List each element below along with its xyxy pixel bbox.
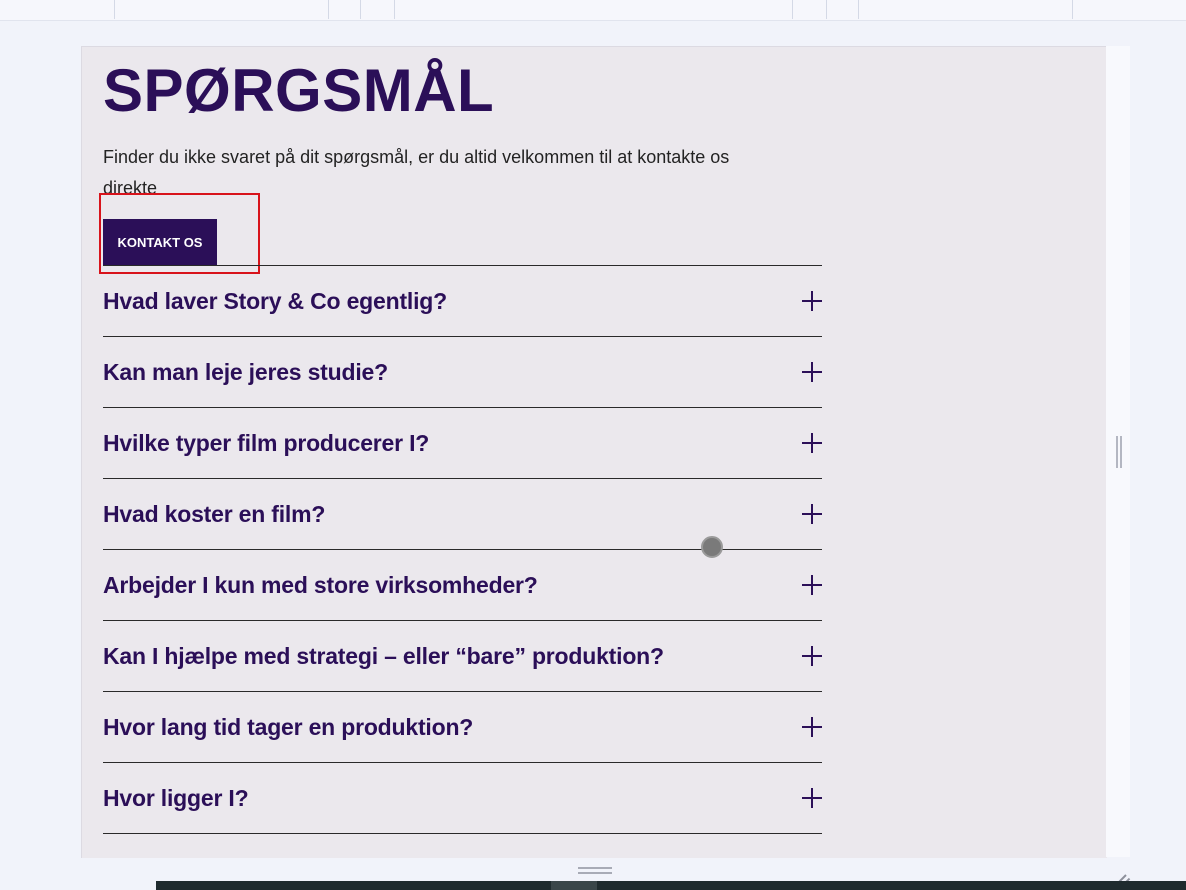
faq-item[interactable]: Arbejder I kun med store virksomheder? — [103, 550, 822, 621]
faq-question: Hvor lang tid tager en produktion? — [103, 713, 474, 740]
faq-question: Kan I hjælpe med strategi – eller “bare”… — [103, 642, 664, 669]
plus-icon[interactable] — [802, 646, 822, 666]
plus-icon[interactable] — [802, 788, 822, 808]
faq-question: Kan man leje jeres studie? — [103, 358, 388, 385]
plus-icon[interactable] — [802, 717, 822, 737]
faq-section: SPØRGSMÅL Finder du ikke svaret på dit s… — [81, 46, 1107, 858]
contact-button[interactable]: KONTAKT OS — [103, 219, 217, 266]
toolbar-divider — [394, 0, 395, 19]
toolbar-divider — [826, 0, 827, 19]
toolbar-divider — [1072, 0, 1073, 19]
drag-handle-icon[interactable] — [578, 867, 612, 874]
resize-corner-icon[interactable] — [1110, 862, 1126, 878]
faq-item[interactable]: Hvad laver Story & Co egentlig? — [103, 266, 822, 337]
plus-icon[interactable] — [802, 575, 822, 595]
cursor-indicator — [701, 536, 723, 558]
toolbar-divider — [792, 0, 793, 19]
plus-icon[interactable] — [802, 291, 822, 311]
plus-icon[interactable] — [802, 362, 822, 382]
page-title: SPØRGSMÅL — [103, 57, 495, 124]
taskbar — [156, 881, 1186, 890]
faq-item[interactable]: Kan man leje jeres studie? — [103, 337, 822, 408]
resize-handle[interactable] — [1116, 436, 1122, 468]
toolbar-divider — [328, 0, 329, 19]
faq-question: Arbejder I kun med store virksomheder? — [103, 571, 538, 598]
toolbar-divider — [114, 0, 115, 19]
faq-item[interactable]: Hvilke typer film producerer I? — [103, 408, 822, 479]
plus-icon[interactable] — [802, 504, 822, 524]
faq-item[interactable]: Hvor lang tid tager en produktion? — [103, 692, 822, 763]
taskbar-item[interactable] — [551, 881, 597, 890]
plus-icon[interactable] — [802, 433, 822, 453]
toolbar-divider — [858, 0, 859, 19]
intro-text: Finder du ikke svaret på dit spørgsmål, … — [103, 147, 730, 198]
toolbar-divider — [360, 0, 361, 19]
faq-question: Hvad laver Story & Co egentlig? — [103, 287, 447, 314]
faq-question: Hvor ligger I? — [103, 784, 249, 811]
preview-frame: SPØRGSMÅL Finder du ikke svaret på dit s… — [81, 46, 1130, 858]
editor-toolbar — [0, 0, 1186, 21]
faq-item[interactable]: Kan I hjælpe med strategi – eller “bare”… — [103, 621, 822, 692]
faq-question: Hvilke typer film producerer I? — [103, 429, 430, 456]
faq-question: Hvad koster en film? — [103, 500, 326, 527]
faq-item[interactable]: Hvor ligger I? — [103, 763, 822, 834]
